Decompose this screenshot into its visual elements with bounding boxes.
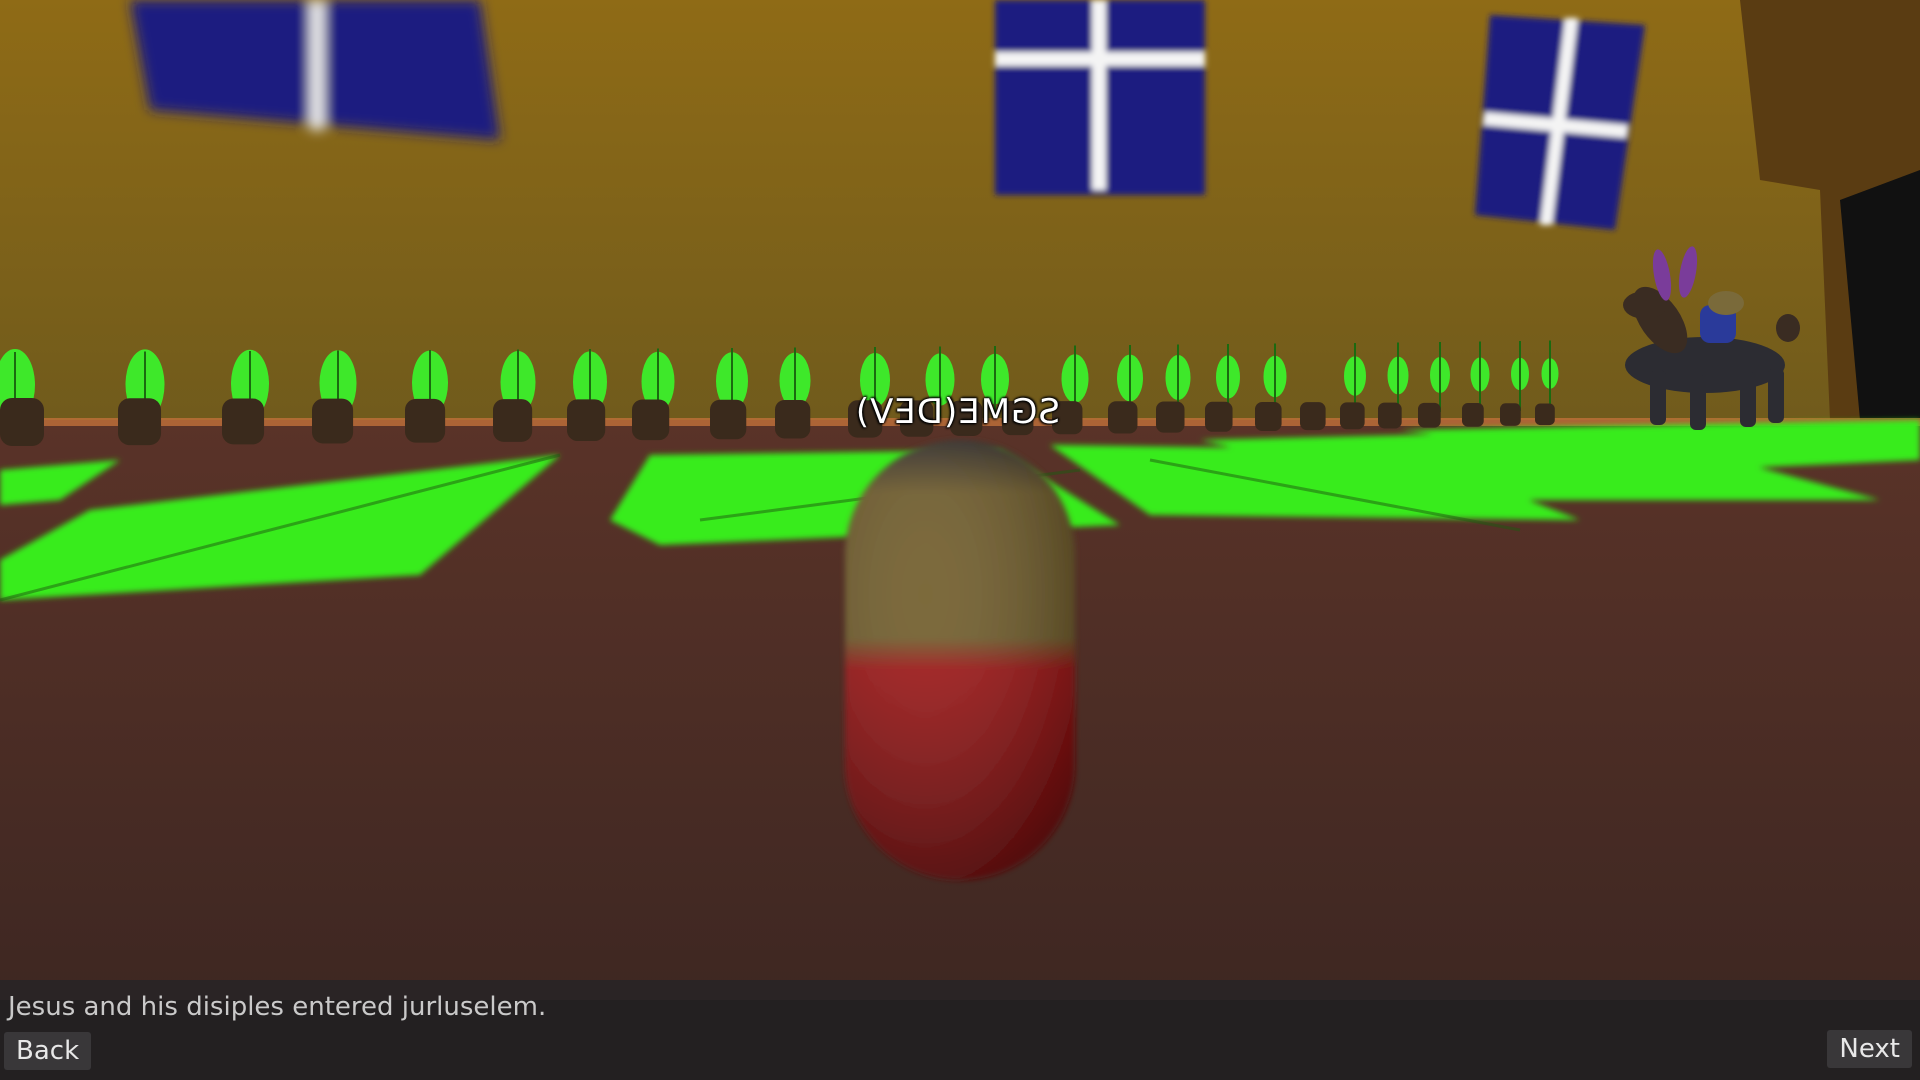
next-button[interactable]: Next	[1827, 1030, 1912, 1068]
game-viewport[interactable]	[0, 0, 1920, 1080]
barrel	[493, 399, 533, 442]
barrel	[1255, 401, 1282, 431]
back-button[interactable]: Back	[4, 1032, 92, 1070]
barrel	[1500, 403, 1521, 426]
barrel	[567, 399, 606, 441]
player-nametag: SGME(DEV)	[854, 392, 1060, 432]
barrel	[405, 398, 446, 443]
barrel	[1535, 403, 1555, 426]
barrel	[632, 399, 670, 441]
barrel	[1156, 401, 1185, 433]
barrel	[1340, 402, 1365, 430]
barrel	[0, 398, 44, 446]
dialog-text: Jesus and his disiples entered jurlusele…	[8, 992, 547, 1022]
window-right	[1475, 15, 1645, 230]
dialog-box: Jesus and his disiples entered jurlusele…	[0, 980, 1920, 1080]
window-center	[995, 0, 1205, 195]
barrel	[312, 398, 354, 444]
barrel	[1108, 401, 1138, 434]
player-character	[845, 440, 1075, 880]
barrel	[775, 399, 811, 439]
barrel	[118, 398, 162, 446]
barrel	[1205, 401, 1233, 432]
barrel	[710, 399, 747, 440]
barrel	[1418, 402, 1441, 428]
barrel	[222, 398, 265, 445]
barrel	[1462, 403, 1484, 427]
barrel	[1378, 402, 1402, 429]
barrel	[1300, 402, 1326, 431]
